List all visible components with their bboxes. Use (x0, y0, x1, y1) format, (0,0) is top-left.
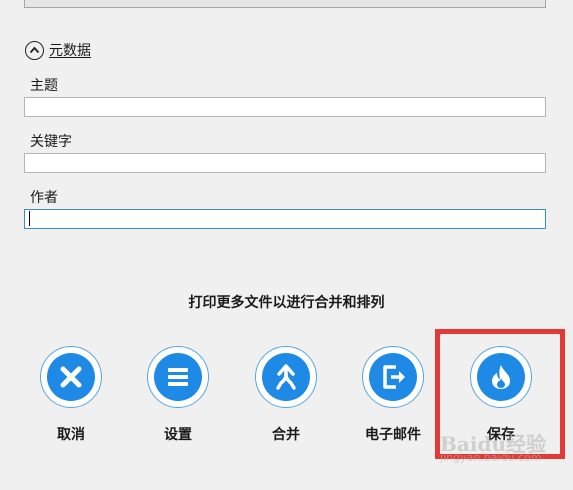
profile-dropdown[interactable]: <Default Profile> (24, 0, 546, 8)
merge-icon (276, 364, 296, 390)
email-export-icon (383, 365, 405, 389)
settings-label: 设置 (164, 427, 192, 443)
cancel-icon-ring[interactable] (40, 346, 102, 408)
save-icon-ring[interactable] (470, 346, 532, 408)
menu-icon (168, 368, 188, 386)
merge-icon-ring[interactable] (255, 346, 317, 408)
author-label: 作者 (30, 190, 58, 206)
cancel-label: 取消 (57, 427, 85, 443)
metadata-toggle[interactable]: 元数据 (25, 38, 91, 62)
chevron-up-icon[interactable] (25, 40, 44, 60)
subject-label: 主题 (30, 78, 58, 94)
settings-icon-ring[interactable] (147, 346, 209, 408)
metadata-label: 元数据 (49, 43, 91, 59)
email-label: 电子邮件 (365, 427, 421, 443)
cancel-button[interactable]: 取消 (31, 346, 111, 444)
merge-label: 合并 (272, 427, 300, 443)
keywords-label: 关键字 (30, 134, 72, 150)
merge-button[interactable]: 合并 (246, 346, 326, 444)
keywords-input[interactable] (24, 153, 546, 173)
merge-hint: 打印更多文件以进行合并和排列 (188, 295, 385, 311)
flame-icon (492, 365, 510, 389)
author-input[interactable] (24, 209, 546, 229)
watermark-url: jingyan.baidu.com (440, 451, 542, 464)
email-button[interactable]: 电子邮件 (353, 346, 433, 444)
settings-button[interactable]: 设置 (138, 346, 218, 444)
subject-input[interactable] (24, 97, 546, 117)
email-icon-ring[interactable] (362, 346, 424, 408)
text-caret (29, 211, 30, 226)
close-icon (60, 366, 82, 388)
